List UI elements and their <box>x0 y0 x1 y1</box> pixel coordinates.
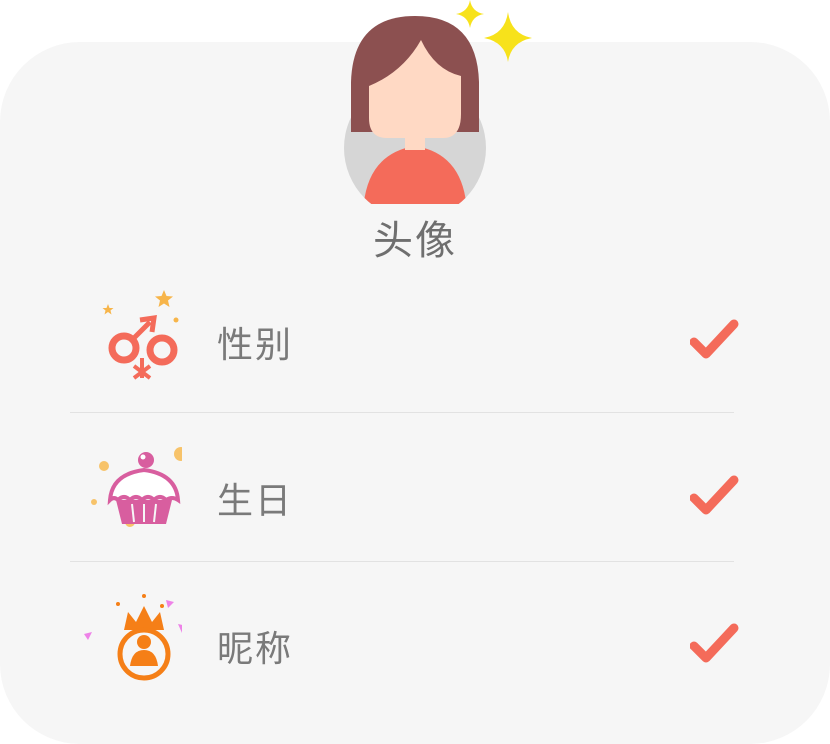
check-icon <box>690 623 739 663</box>
crown-user-icon <box>84 594 182 681</box>
field-row-birthday[interactable]: 生日 <box>70 444 739 564</box>
divider <box>70 412 734 413</box>
gender-icon <box>102 290 179 380</box>
check-icon <box>690 475 739 515</box>
field-label-gender: 性别 <box>217 325 294 366</box>
avatar-label: 头像 <box>373 218 457 264</box>
cupcake-icon <box>91 447 182 527</box>
check-icon <box>690 319 739 359</box>
divider <box>70 561 734 562</box>
field-label-birthday: 生日 <box>217 481 294 522</box>
field-row-gender[interactable]: 性别 <box>70 288 739 408</box>
field-row-nickname[interactable]: 昵称 <box>70 592 739 712</box>
sparkle-icon <box>456 0 532 62</box>
field-label-nickname: 昵称 <box>217 629 294 670</box>
